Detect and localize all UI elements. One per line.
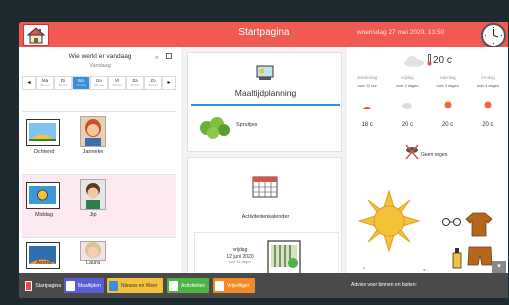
- day-tab[interactable]: Ma 25 mei: [36, 76, 54, 90]
- slot-label: Middag: [34, 212, 54, 218]
- day-selector: ◂ Ma 25 mei Di 26 mei Wo 27 mei Do 28 mei Vr…: [22, 76, 176, 90]
- app-screen: Startpagina woensdag 27 mei 2020, 13:50 …: [19, 22, 508, 298]
- nav-activiteiten-button[interactable]: Activiteiten: [167, 278, 209, 293]
- prev-arrow-icon[interactable]: ‹: [363, 266, 365, 272]
- thermometer-icon: [427, 54, 432, 66]
- zoo-icon: [267, 240, 301, 276]
- slot-label: Ochtend: [33, 149, 55, 155]
- shorts-icon: [467, 246, 493, 266]
- event-date: vrijdag 12 juni 2020: [226, 247, 254, 260]
- forecast-days: donderdag vrijdag zaterdag zondag: [357, 75, 495, 80]
- sunscreen-icon: [452, 248, 462, 269]
- person-name: Laura: [85, 260, 101, 266]
- sunglasses-icon: [442, 218, 461, 226]
- tshirt-icon: [465, 212, 493, 237]
- page-title: Startpagina: [238, 27, 290, 38]
- house-icon: [26, 27, 46, 44]
- forecast-times: over 12 uur over 2 dagen over 3 dagen over …: [357, 84, 499, 88]
- sprouts-image: [200, 117, 230, 139]
- weather-panel: 20 c donderdag vrijdag zaterdag zondag over…: [347, 47, 508, 298]
- clock-icon: [481, 23, 506, 48]
- news-icon: [109, 280, 118, 291]
- current-datetime: woensdag 27 mei 2020, 13:50: [357, 29, 445, 36]
- forecast-icons: [347, 97, 508, 109]
- slot-label: Avond: [36, 260, 52, 266]
- scroll-down-icon[interactable]: ▾: [492, 261, 506, 273]
- cloud-icon: [404, 56, 424, 67]
- person-name: Janneke: [82, 149, 104, 155]
- day-tab-active[interactable]: Wo 27 mei: [72, 76, 90, 90]
- rain-forecast: Geen regen: [421, 152, 448, 158]
- home-button[interactable]: [23, 24, 49, 46]
- person-name: Jip: [89, 212, 97, 218]
- avatar: [80, 241, 106, 261]
- nav-startpagina-button[interactable]: Startpagina: [23, 278, 61, 293]
- cloud-icon: [402, 103, 413, 109]
- no-rain-icon: [405, 144, 419, 160]
- sun-icon: [363, 107, 372, 109]
- day-tab[interactable]: Do 28 mei: [90, 76, 108, 90]
- sun-icon: [484, 101, 492, 109]
- avatar: [80, 116, 106, 147]
- current-temperature: 20 c: [433, 55, 452, 66]
- collapse-icon[interactable]: «: [155, 55, 158, 61]
- activity-icon: [169, 280, 178, 291]
- meal-divider: [191, 104, 340, 106]
- calendar-card-title: Activiteitenkalender: [241, 214, 290, 220]
- planner-tools: «: [155, 53, 173, 61]
- planner-subtitle: Vandaag: [89, 63, 111, 69]
- meal-item: Spruitjes: [236, 122, 258, 128]
- page-dots: ●○: [423, 267, 428, 272]
- tablet-frame: Startpagina woensdag 27 mei 2020, 13:50 …: [0, 0, 509, 305]
- nav-vrijwilliger-button[interactable]: Vrijwilliger: [213, 278, 255, 293]
- nav-nieuws-weer-button[interactable]: Nieuws en Weer: [107, 278, 163, 293]
- sun-icon: [444, 101, 452, 109]
- morning-sun-icon: [26, 119, 60, 146]
- advice-text: Advies voor binnen en buiten:: [351, 282, 417, 288]
- shift-slot-evening[interactable]: Avond Laura: [22, 237, 176, 273]
- prev-day-button[interactable]: ◂: [22, 76, 36, 90]
- meal-card-title: Maaltijdplanning: [234, 88, 297, 98]
- forecast-temperatures: 18 c 20 c 20 c 20 c: [361, 122, 494, 128]
- calendar-icon: [252, 176, 278, 198]
- calendar-icon[interactable]: [166, 53, 173, 59]
- big-sun-icon: [357, 189, 421, 253]
- cutlery-icon: [66, 280, 75, 291]
- avatar: [80, 179, 106, 210]
- advice-bar: Advies voor binnen en buiten: ▾: [347, 261, 508, 298]
- meal-icon: [256, 65, 274, 80]
- afternoon-sun-icon: [26, 182, 60, 209]
- bottom-navigation: Startpagina Maaltijden Nieuws en Weer Ac…: [19, 273, 347, 298]
- house-icon: [25, 280, 33, 291]
- event-countdown: over 16 dagen: [228, 260, 252, 264]
- meal-planner-card[interactable]: Maaltijdplanning Spruitjes: [187, 52, 342, 152]
- app-header: Startpagina woensdag 27 mei 2020, 13:50: [19, 22, 508, 48]
- shift-slot-morning[interactable]: Ochtend Janneke: [22, 111, 176, 174]
- next-day-button[interactable]: ▸: [162, 76, 176, 90]
- middle-column: Maaltijdplanning Spruitjes Activiteitenk…: [187, 47, 345, 298]
- nav-maaltijden-button[interactable]: Maaltijden: [64, 278, 104, 293]
- day-tab[interactable]: Zo 31 mei: [144, 76, 162, 90]
- day-tab[interactable]: Za 30 mei: [126, 76, 144, 90]
- volunteer-icon: [215, 280, 224, 291]
- staff-planner-panel: Wie werkt er vandaag Vandaag « ◂ Ma 25 me…: [19, 47, 181, 273]
- day-tab[interactable]: Vr 29 mei: [108, 76, 126, 90]
- shift-slot-afternoon[interactable]: Middag Jip: [22, 174, 176, 237]
- day-tab[interactable]: Di 26 mei: [54, 76, 72, 90]
